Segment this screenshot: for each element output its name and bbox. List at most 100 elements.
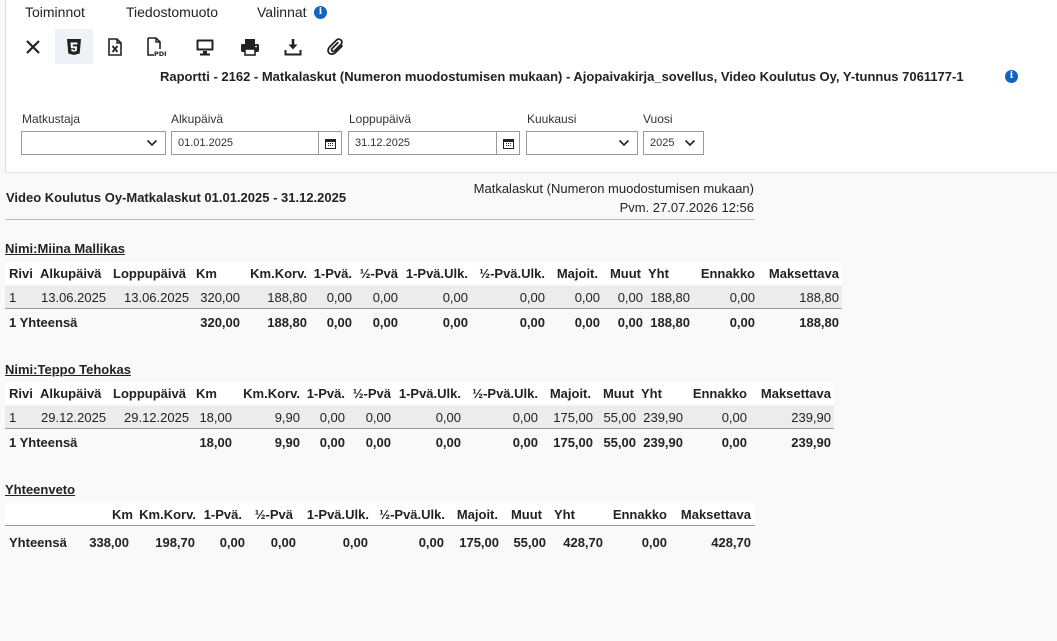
summary-header: Km Km.Korv. 1-Pvä. ½-Pvä 1-Pvä.Ulk. ½-Pv…: [5, 503, 755, 526]
cell: 188,80: [267, 315, 307, 330]
cell: 0,00: [519, 290, 545, 305]
summary-title: Yhteenveto: [5, 482, 76, 497]
close-icon: [26, 39, 40, 54]
cell: 29.12.2025: [124, 410, 190, 425]
col-header: Ennakko: [692, 386, 747, 401]
report-info-icon[interactable]: i: [1005, 70, 1018, 83]
kuukausi-select[interactable]: [526, 131, 638, 155]
chevron-down-icon: [684, 139, 696, 147]
cell: 239,90: [791, 435, 831, 450]
cell: 188,80: [650, 315, 690, 330]
cell: 1: [9, 410, 17, 425]
info-icon[interactable]: i: [314, 6, 327, 19]
cell: 175,00: [553, 435, 593, 450]
alkupaiva-input[interactable]: 01.01.2025: [171, 131, 342, 155]
matkustaja-select[interactable]: [21, 131, 166, 155]
pdf-icon: PDF: [147, 36, 166, 57]
cell: 428,70: [563, 535, 603, 550]
table-row: 1 29.12.2025 29.12.2025 18,00 9,90 0,00 …: [5, 406, 834, 429]
person-name: Nimi:Teppo Tehokas: [5, 362, 131, 377]
col-header: Muut: [510, 507, 542, 522]
divider: [5, 219, 755, 220]
cell: 428,70: [711, 535, 751, 550]
cell: 239,90: [643, 435, 683, 450]
alkupaiva-label: Alkupäivä: [171, 112, 224, 126]
pdf-button[interactable]: PDF: [137, 29, 175, 64]
col-header: Maksettava: [680, 507, 751, 522]
col-header: Muut: [609, 266, 641, 281]
calendar-button[interactable]: [496, 132, 519, 154]
cell: 188,80: [650, 290, 690, 305]
print-button[interactable]: [231, 29, 269, 64]
cell: 0,00: [326, 315, 352, 330]
col-header: ½-Pvä: [254, 507, 293, 522]
cell: 0,00: [435, 410, 461, 425]
cell: 0,00: [721, 410, 747, 425]
col-header: Ennakko: [612, 507, 667, 522]
cell: 239,90: [791, 410, 831, 425]
col-header: ½-Pvä: [352, 386, 391, 401]
cell: 18,00: [199, 410, 232, 425]
cell: 0,00: [365, 410, 391, 425]
menu-valinnat[interactable]: Valinnat: [257, 4, 307, 20]
download-icon: [284, 38, 302, 55]
cell: 0,00: [641, 535, 667, 550]
close-button[interactable]: [14, 29, 52, 64]
cell: 13.06.2025: [124, 290, 190, 305]
vuosi-label: Vuosi: [643, 112, 673, 126]
cell: 0,00: [617, 290, 643, 305]
col-header: ½-Pvä: [359, 266, 398, 281]
cell: 0,00: [729, 315, 755, 330]
monitor-icon: [196, 39, 214, 55]
cell: 0,00: [342, 535, 368, 550]
col-header: 1-Pvä.Ulk.: [306, 507, 369, 522]
cell: 0,00: [519, 315, 545, 330]
loppupaiva-input[interactable]: 31.12.2025: [348, 131, 520, 155]
attachment-button[interactable]: [317, 29, 355, 64]
cell: 1: [9, 290, 17, 305]
printer-icon: [241, 38, 259, 56]
cell: 0,00: [418, 535, 444, 550]
col-header: Km.Korv.: [139, 507, 196, 522]
col-header: Loppupäivä: [113, 266, 186, 281]
loppupaiva-value: 31.12.2025: [355, 137, 411, 149]
cell: 0,00: [326, 290, 352, 305]
col-header: Km.Korv.: [250, 266, 307, 281]
cell: 188,80: [799, 315, 839, 330]
menu-toiminnot[interactable]: Toiminnot: [25, 4, 85, 20]
total-row: 1 Yhteensä 320,00 188,80 0,00 0,00 0,00 …: [5, 311, 842, 333]
screen-button[interactable]: [186, 29, 224, 64]
vuosi-value: 2025: [650, 137, 675, 149]
total-row: 1 Yhteensä 18,00 9,90 0,00 0,00 0,00 0,0…: [5, 431, 834, 453]
table-header: Rivi Alkupäivä Loppupäivä Km Km.Korv. 1-…: [5, 382, 834, 404]
cell: 29.12.2025: [41, 410, 107, 425]
alkupaiva-value: 01.01.2025: [178, 137, 234, 149]
vuosi-select[interactable]: 2025: [643, 131, 704, 155]
cell: 55,00: [603, 410, 636, 425]
html5-button[interactable]: [55, 29, 93, 64]
cell: 0,00: [372, 290, 398, 305]
cell: 175,00: [553, 410, 593, 425]
cell: 9,90: [274, 410, 300, 425]
col-header: 1-Pvä.: [306, 386, 345, 401]
cell: Yhteensä: [9, 535, 67, 550]
cell: 18,00: [199, 435, 232, 450]
matkustaja-label: Matkustaja: [22, 112, 81, 126]
cell: 9,90: [274, 435, 300, 450]
summary-row: Yhteensä 338,00 198,70 0,00 0,00 0,00 0,…: [5, 531, 755, 553]
cell: 188,80: [267, 290, 307, 305]
menu-tiedostomuoto[interactable]: Tiedostomuoto: [126, 4, 218, 20]
excel-button[interactable]: [96, 29, 134, 64]
col-header: 1-Pvä.Ulk.: [405, 266, 468, 281]
person-name: Nimi:Miina Mallikas: [5, 241, 125, 256]
cell: 0,00: [372, 315, 398, 330]
col-header: Yht: [641, 386, 662, 401]
download-button[interactable]: [274, 29, 312, 64]
col-header: Rivi: [9, 386, 33, 401]
col-header: Loppupäivä: [113, 386, 186, 401]
cell: 1 Yhteensä: [9, 435, 78, 450]
cell: 239,90: [643, 410, 683, 425]
cell: 0,00: [270, 535, 296, 550]
calendar-button[interactable]: [318, 132, 341, 154]
cell: 0,00: [319, 435, 345, 450]
